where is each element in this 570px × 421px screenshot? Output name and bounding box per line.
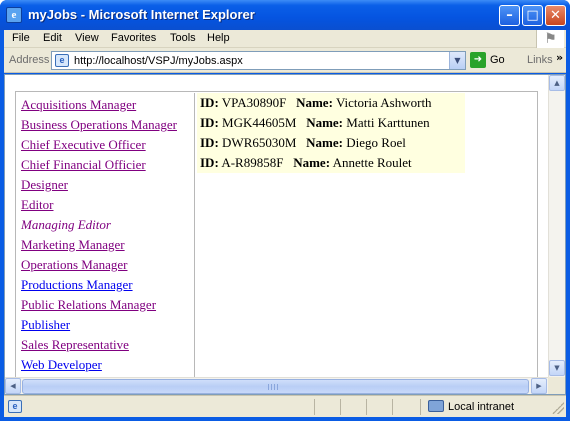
id-label: ID: bbox=[200, 135, 219, 150]
page-layout-table: Acquisitions Manager Business Operations… bbox=[15, 91, 538, 385]
employee-id: A-R89858F bbox=[221, 155, 284, 170]
windows-logo-icon: ⚑ bbox=[536, 30, 564, 48]
name-label: Name: bbox=[296, 95, 333, 110]
employee-results: ID: VPA30890F Name: Victoria Ashworth ID… bbox=[197, 93, 465, 173]
employee-id: VPA30890F bbox=[221, 95, 287, 110]
job-link-public-relations-manager[interactable]: Public Relations Manager bbox=[21, 297, 156, 313]
maximize-button[interactable]: □ bbox=[522, 5, 543, 26]
security-zone-label: Local intranet bbox=[448, 401, 515, 413]
employee-id: DWR65030M bbox=[222, 135, 297, 150]
job-link-editor[interactable]: Editor bbox=[21, 197, 54, 213]
browser-window: e myJobs - Microsoft Internet Explorer –… bbox=[0, 0, 570, 421]
menu-view[interactable]: View bbox=[75, 32, 99, 44]
result-row: ID: DWR65030M Name: Diego Roel bbox=[197, 133, 465, 153]
close-button[interactable]: ✕ bbox=[545, 5, 566, 26]
vertical-scrollbar[interactable]: ▲ ▼ bbox=[548, 75, 565, 377]
menu-bar: File Edit View Favorites Tools Help ⚑ bbox=[4, 30, 566, 48]
job-link-publisher[interactable]: Publisher bbox=[21, 317, 70, 333]
go-arrow-icon[interactable]: ➜ bbox=[470, 52, 486, 68]
job-link-operations-manager[interactable]: Operations Manager bbox=[21, 257, 128, 273]
result-row: ID: A-R89858F Name: Annette Roulet bbox=[197, 153, 465, 173]
scroll-down-icon[interactable]: ▼ bbox=[549, 360, 565, 376]
menu-favorites[interactable]: Favorites bbox=[111, 32, 156, 44]
name-label: Name: bbox=[306, 115, 344, 130]
page-status-icon: e bbox=[8, 400, 22, 413]
id-label: ID: bbox=[200, 115, 219, 130]
employee-id: MGK44605M bbox=[222, 115, 297, 130]
title-bar[interactable]: e myJobs - Microsoft Internet Explorer –… bbox=[0, 0, 570, 30]
go-button[interactable]: Go bbox=[490, 54, 505, 66]
job-link-designer[interactable]: Designer bbox=[21, 177, 68, 193]
menu-help[interactable]: Help bbox=[207, 32, 230, 44]
id-label: ID: bbox=[200, 155, 219, 170]
id-label: ID: bbox=[200, 95, 219, 110]
scroll-up-icon[interactable]: ▲ bbox=[549, 75, 565, 91]
job-link-sales-representative[interactable]: Sales Representative bbox=[21, 337, 129, 353]
window-title: myJobs - Microsoft Internet Explorer bbox=[28, 7, 255, 22]
minimize-button[interactable]: – bbox=[499, 5, 520, 26]
address-dropdown-icon[interactable]: ▼ bbox=[449, 52, 465, 69]
employee-name: Matti Karttunen bbox=[346, 115, 430, 130]
page-viewport: Acquisitions Manager Business Operations… bbox=[4, 74, 566, 395]
job-current-managing-editor: Managing Editor bbox=[21, 217, 111, 232]
job-link-business-operations-manager[interactable]: Business Operations Manager bbox=[21, 117, 177, 133]
resize-grip-icon[interactable] bbox=[552, 402, 564, 414]
job-link-chief-executive-officer[interactable]: Chief Executive Officer bbox=[21, 137, 146, 153]
employee-name: Annette Roulet bbox=[332, 155, 412, 170]
employee-name: Diego Roel bbox=[346, 135, 406, 150]
name-label: Name: bbox=[306, 135, 343, 150]
menu-file[interactable]: File bbox=[12, 32, 30, 44]
status-divider bbox=[340, 399, 341, 415]
menu-tools[interactable]: Tools bbox=[170, 32, 196, 44]
links-chevron-icon[interactable]: » bbox=[556, 51, 563, 64]
employee-name: Victoria Ashworth bbox=[335, 95, 432, 110]
scroll-right-icon[interactable]: ▶ bbox=[531, 378, 547, 394]
address-label: Address bbox=[9, 54, 50, 66]
links-label[interactable]: Links bbox=[527, 54, 553, 66]
status-divider bbox=[366, 399, 367, 415]
name-label: Name: bbox=[293, 155, 331, 170]
job-list: Acquisitions Manager Business Operations… bbox=[17, 93, 195, 383]
address-bar: Address e http://localhost/VSPJ/myJobs.a… bbox=[4, 48, 566, 73]
menu-edit[interactable]: Edit bbox=[43, 32, 62, 44]
job-link-web-developer[interactable]: Web Developer bbox=[21, 357, 102, 373]
job-link-marketing-manager[interactable]: Marketing Manager bbox=[21, 237, 125, 253]
status-divider bbox=[420, 399, 421, 415]
status-bar: e Local intranet bbox=[4, 395, 566, 417]
page-icon: e bbox=[55, 54, 69, 67]
scroll-left-icon[interactable]: ◀ bbox=[5, 378, 21, 394]
horizontal-scrollbar[interactable]: ◀ ▶ bbox=[5, 377, 548, 394]
job-link-productions-manager[interactable]: Productions Manager bbox=[21, 277, 133, 293]
scroll-grip-icon bbox=[268, 384, 278, 390]
address-url[interactable]: http://localhost/VSPJ/myJobs.aspx bbox=[74, 55, 243, 67]
address-input[interactable]: e http://localhost/VSPJ/myJobs.aspx ▼ bbox=[51, 51, 466, 70]
vertical-scroll-track[interactable] bbox=[549, 92, 565, 360]
scrollbar-corner bbox=[548, 377, 565, 394]
ie-logo-icon[interactable]: e bbox=[6, 7, 22, 23]
job-link-chief-financial-officier[interactable]: Chief Financial Officier bbox=[21, 157, 146, 173]
job-link-acquisitions-manager[interactable]: Acquisitions Manager bbox=[21, 97, 136, 113]
horizontal-scroll-thumb[interactable] bbox=[22, 379, 529, 394]
status-divider bbox=[392, 399, 393, 415]
result-row: ID: VPA30890F Name: Victoria Ashworth bbox=[197, 93, 465, 113]
intranet-zone-icon bbox=[428, 400, 444, 412]
status-divider bbox=[314, 399, 315, 415]
result-row: ID: MGK44605M Name: Matti Karttunen bbox=[197, 113, 465, 133]
